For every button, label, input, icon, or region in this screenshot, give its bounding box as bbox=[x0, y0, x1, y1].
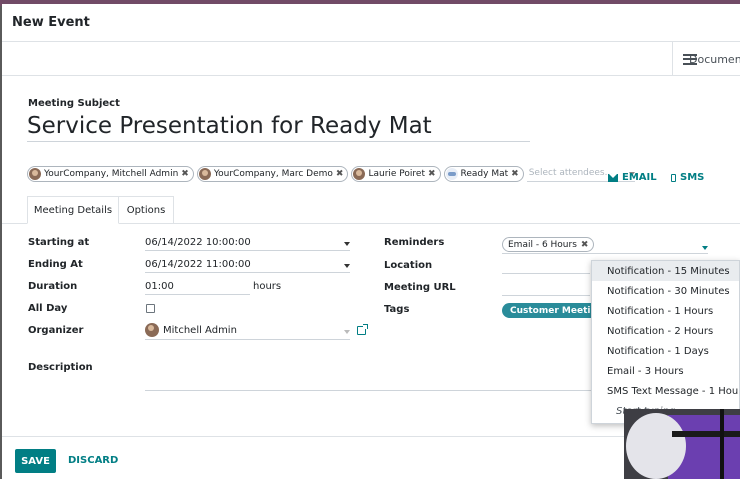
description-input[interactable] bbox=[145, 375, 595, 391]
control-bar: Documents bbox=[2, 42, 740, 76]
attendee-name: YourCompany, Marc Demo bbox=[213, 169, 333, 179]
ending-at-value: 06/14/2022 11:00:00 bbox=[145, 259, 251, 270]
attendee-tag[interactable]: YourCompany, Mitchell Admin ✖ bbox=[27, 166, 194, 182]
location-label: Location bbox=[384, 260, 433, 271]
documents-button[interactable]: Documents bbox=[672, 42, 740, 76]
new-event-dialog: New Event Documents Meeting Subject Serv… bbox=[2, 4, 740, 479]
attendee-name: Laurie Poiret bbox=[368, 169, 425, 179]
attendees-field: YourCompany, Mitchell Admin ✖ YourCompan… bbox=[27, 166, 635, 182]
duration-label: Duration bbox=[28, 281, 78, 292]
dropdown-item[interactable]: Notification - 15 Minutes bbox=[592, 261, 739, 281]
all-day-label: All Day bbox=[28, 303, 68, 314]
email-label: EMAIL bbox=[622, 172, 657, 183]
remove-icon[interactable]: ✖ bbox=[581, 240, 589, 250]
webcam-overlay bbox=[624, 409, 740, 479]
subject-input[interactable]: Service Presentation for Ready Mat bbox=[27, 112, 530, 142]
avatar bbox=[145, 323, 159, 337]
reminder-dropdown: Notification - 15 Minutes Notification -… bbox=[591, 260, 740, 424]
organizer-value: Mitchell Admin bbox=[163, 325, 237, 336]
reminder-tag-label: Email - 6 Hours bbox=[508, 239, 577, 250]
all-day-checkbox[interactable] bbox=[146, 304, 155, 313]
remove-icon[interactable]: ✖ bbox=[336, 169, 344, 179]
subject-label: Meeting Subject bbox=[28, 98, 120, 109]
chevron-down-icon bbox=[344, 242, 350, 246]
tab-meeting-details[interactable]: Meeting Details bbox=[27, 196, 119, 224]
duration-unit: hours bbox=[253, 281, 282, 292]
tags-label: Tags bbox=[384, 304, 410, 315]
organizer-label: Organizer bbox=[28, 325, 84, 336]
starting-at-label: Starting at bbox=[28, 237, 90, 248]
envelope-icon bbox=[608, 173, 618, 182]
attendee-tag[interactable]: YourCompany, Marc Demo ✖ bbox=[196, 166, 349, 182]
dialog-header: New Event bbox=[2, 4, 740, 42]
remove-icon[interactable]: ✖ bbox=[511, 169, 519, 179]
attendee-name: YourCompany, Mitchell Admin bbox=[44, 169, 179, 179]
remove-icon[interactable]: ✖ bbox=[428, 169, 436, 179]
external-link-icon[interactable] bbox=[357, 324, 368, 335]
email-button[interactable]: EMAIL bbox=[608, 172, 657, 183]
video-stand bbox=[720, 409, 724, 479]
ending-at-label: Ending At bbox=[28, 259, 83, 270]
dropdown-item[interactable]: SMS Text Message - 1 Hours bbox=[592, 381, 739, 401]
video-lamp bbox=[626, 413, 686, 479]
avatar bbox=[198, 168, 211, 180]
attendee-tag[interactable]: Laurie Poiret ✖ bbox=[351, 166, 441, 182]
duration-value: 01:00 bbox=[145, 281, 174, 292]
location-input[interactable] bbox=[502, 258, 590, 274]
save-button[interactable]: SAVE bbox=[15, 449, 56, 473]
attendee-placeholder: Select attendees... bbox=[528, 168, 614, 178]
phone-icon bbox=[671, 173, 676, 182]
meeting-url-label: Meeting URL bbox=[384, 282, 456, 293]
dropdown-item[interactable]: Notification - 30 Minutes bbox=[592, 281, 739, 301]
attendee-tag[interactable]: Ready Mat ✖ bbox=[443, 166, 524, 182]
meeting-url-input[interactable] bbox=[502, 280, 590, 296]
dropdown-item[interactable]: Email - 3 Hours bbox=[592, 361, 739, 381]
reminders-label: Reminders bbox=[384, 237, 445, 248]
attendee-name: Ready Mat bbox=[460, 169, 509, 179]
dialog-title: New Event bbox=[12, 15, 90, 30]
chevron-down-icon[interactable] bbox=[702, 246, 708, 250]
tab-options[interactable]: Options bbox=[119, 196, 174, 224]
organizer-input[interactable]: Mitchell Admin bbox=[145, 322, 350, 340]
remove-icon[interactable]: ✖ bbox=[181, 169, 189, 179]
discard-button[interactable]: DISCARD bbox=[68, 455, 118, 466]
sms-label: SMS bbox=[680, 172, 705, 183]
company-logo-icon bbox=[445, 168, 458, 180]
dropdown-item[interactable]: Notification - 1 Hours bbox=[592, 301, 739, 321]
tab-bar: Meeting Details Options bbox=[2, 196, 740, 224]
starting-at-value: 06/14/2022 10:00:00 bbox=[145, 237, 251, 248]
video-mic-arm bbox=[672, 431, 740, 437]
dropdown-item[interactable]: Notification - 1 Days bbox=[592, 341, 739, 361]
description-label: Description bbox=[28, 362, 93, 373]
starting-at-input[interactable]: 06/14/2022 10:00:00 bbox=[145, 235, 350, 251]
avatar bbox=[29, 168, 41, 180]
duration-input[interactable]: 01:00 bbox=[145, 279, 250, 295]
reminder-tag[interactable]: Email - 6 Hours ✖ bbox=[502, 237, 595, 252]
ending-at-input[interactable]: 06/14/2022 11:00:00 bbox=[145, 257, 350, 273]
dropdown-item[interactable]: Notification - 2 Hours bbox=[592, 321, 739, 341]
chevron-down-icon bbox=[344, 330, 350, 334]
chevron-down-icon bbox=[344, 264, 350, 268]
sms-button[interactable]: SMS bbox=[671, 172, 704, 183]
avatar bbox=[353, 168, 366, 180]
